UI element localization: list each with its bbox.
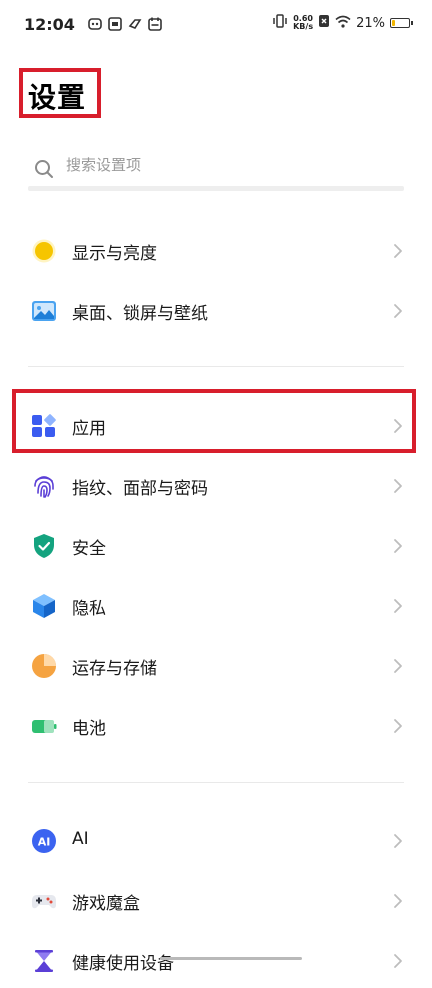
wallpaper-icon (31, 298, 57, 324)
chevron-right-icon (392, 537, 404, 555)
settings-item-label: 隐私 (72, 599, 106, 619)
svg-text:AI: AI (38, 836, 51, 849)
settings-item-display[interactable]: 显示与亮度 (28, 222, 408, 278)
settings-item-label: AI (72, 829, 89, 849)
home-indicator[interactable] (160, 957, 302, 960)
net-speed: 0.60 KB/s (293, 15, 313, 31)
battery-icon (390, 18, 413, 28)
chevron-right-icon (392, 832, 404, 850)
settings-item-label: 应用 (72, 419, 106, 439)
search-input[interactable] (66, 156, 366, 174)
settings-item-privacy[interactable]: 隐私 (28, 577, 408, 633)
calendar-notification-icon (148, 16, 162, 31)
page-title: 设置 (28, 81, 87, 114)
settings-item-label: 游戏魔盒 (72, 894, 140, 914)
ai-icon: AI (31, 828, 57, 854)
chevron-right-icon (392, 717, 404, 735)
settings-item-label: 电池 (72, 719, 106, 739)
chevron-right-icon (392, 242, 404, 260)
status-bar: 12:04 0.60 KB/s 21% (0, 0, 432, 48)
battery-settings-icon (31, 713, 57, 739)
section-divider (28, 366, 404, 367)
battery-fill (392, 20, 395, 26)
settings-item-battery[interactable]: 电池 (28, 697, 408, 753)
settings-item-ai[interactable]: AI AI (28, 812, 408, 868)
vibrate-icon (272, 14, 288, 32)
settings-item-digital-wellbeing[interactable]: 健康使用设备 (28, 932, 408, 988)
settings-item-label: 安全 (72, 539, 106, 559)
wifi-icon (335, 15, 351, 32)
settings-item-label: 指纹、面部与密码 (72, 479, 208, 499)
chevron-right-icon (392, 657, 404, 675)
chevron-right-icon (392, 952, 404, 970)
chevron-right-icon (392, 417, 404, 435)
app-notification-icon (88, 16, 102, 30)
gamepad-icon (31, 888, 57, 914)
status-time: 12:04 (24, 15, 75, 34)
fingerprint-icon (31, 473, 57, 499)
storage-pie-icon (31, 653, 57, 679)
battery-percent: 21% (356, 15, 385, 31)
chevron-right-icon (392, 892, 404, 910)
settings-item-label: 运存与存储 (72, 659, 157, 679)
settings-item-label: 健康使用设备 (72, 954, 174, 974)
search-underline (28, 186, 404, 191)
settings-item-label: 桌面、锁屏与壁纸 (72, 304, 208, 324)
settings-item-security[interactable]: 安全 (28, 517, 408, 573)
search-icon (34, 159, 54, 179)
message-notification-icon (108, 16, 122, 31)
section-divider (28, 782, 404, 783)
settings-item-apps[interactable]: 应用 (28, 397, 408, 453)
apps-icon (31, 413, 57, 439)
no-sim-icon (318, 14, 330, 32)
shield-icon (31, 533, 57, 559)
status-right: 0.60 KB/s 21% (272, 14, 413, 32)
chevron-right-icon (392, 477, 404, 495)
settings-item-storage[interactable]: 运存与存储 (28, 637, 408, 693)
privacy-cube-icon (31, 593, 57, 619)
chevron-right-icon (392, 597, 404, 615)
hourglass-icon (31, 948, 57, 974)
settings-item-label: 显示与亮度 (72, 244, 157, 264)
link-notification-icon (128, 16, 142, 30)
chevron-right-icon (392, 302, 404, 320)
settings-item-wallpaper[interactable]: 桌面、锁屏与壁纸 (28, 282, 408, 338)
settings-item-biometrics[interactable]: 指纹、面部与密码 (28, 457, 408, 513)
settings-item-game-box[interactable]: 游戏魔盒 (28, 872, 408, 928)
search-bar[interactable] (28, 150, 404, 191)
net-speed-unit: KB/s (293, 22, 314, 31)
notification-icons (88, 16, 162, 31)
brightness-icon (31, 238, 57, 264)
